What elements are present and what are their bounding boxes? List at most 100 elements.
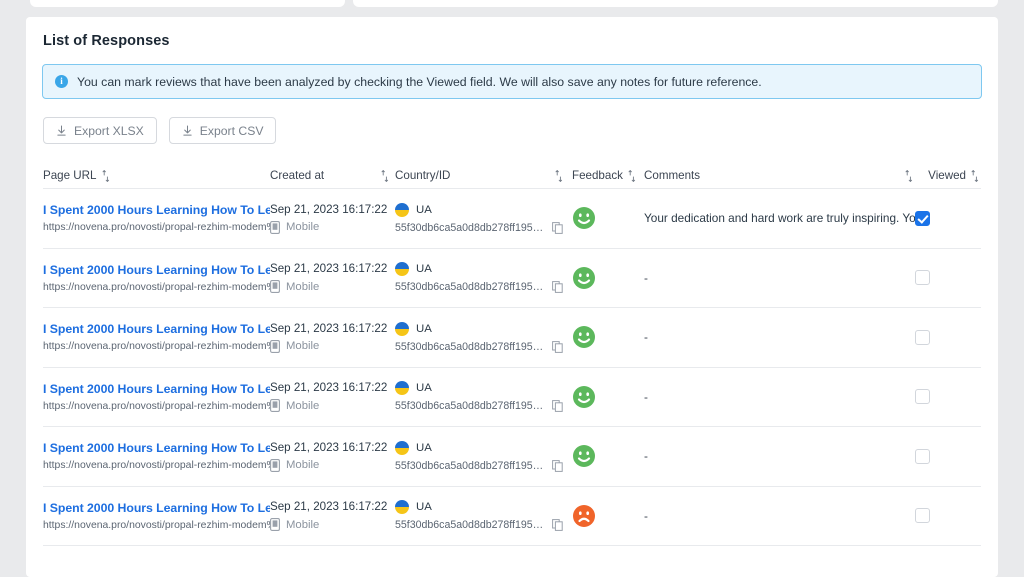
page-url-title-link[interactable]: I Spent 2000 Hours Learning How To Learn… (43, 501, 270, 515)
mobile-phone-icon (270, 459, 280, 472)
created-at-value: Sep 21, 2023 16:17:22 (270, 441, 395, 454)
country-code: UA (416, 263, 432, 275)
cell-created-at: Sep 21, 2023 16:17:22 Mobile (270, 500, 395, 531)
device-label: Mobile (286, 340, 319, 352)
visitor-id: 55f30db6ca5a0d8db278ff195… (395, 460, 543, 472)
column-header-page-url[interactable]: Page URL (43, 169, 270, 182)
copy-icon[interactable] (552, 519, 563, 531)
comment-value: Your dedication and hard work are truly … (644, 211, 915, 225)
feedback-happy-icon (572, 385, 644, 409)
cell-page-url: I Spent 2000 Hours Learning How To Learn… (43, 322, 270, 352)
copy-icon[interactable] (552, 400, 563, 412)
viewed-checkbox[interactable] (915, 330, 930, 345)
top-panel-right (353, 0, 998, 7)
page-url-text: https://novena.pro/novosti/propal-rezhim… (43, 341, 270, 352)
info-banner: i You can mark reviews that have been an… (42, 64, 982, 99)
viewed-checkbox[interactable] (915, 389, 930, 404)
ukraine-flag-icon (395, 500, 409, 514)
column-header-comments[interactable]: Comments (644, 169, 915, 182)
responses-table: Page URL Created at Country/ID (43, 163, 981, 546)
viewed-checkbox[interactable] (915, 449, 930, 464)
country-info: UA (395, 500, 572, 514)
cell-country-id: UA55f30db6ca5a0d8db278ff195… (395, 441, 572, 472)
feedback-happy-icon (572, 325, 644, 349)
created-at-value: Sep 21, 2023 16:17:22 (270, 322, 395, 335)
cell-feedback (572, 325, 644, 349)
sort-asc-desc-icon[interactable] (628, 170, 636, 182)
viewed-checkbox[interactable] (915, 211, 930, 226)
column-header-feedback[interactable]: Feedback (572, 169, 644, 182)
column-header-viewed[interactable]: Viewed (915, 169, 981, 182)
device-info: Mobile (270, 340, 395, 353)
cell-comments: - (644, 271, 915, 285)
ukraine-flag-icon (395, 381, 409, 395)
created-at-value: Sep 21, 2023 16:17:22 (270, 203, 395, 216)
cell-viewed (915, 508, 981, 523)
cell-viewed (915, 330, 981, 345)
country-code: UA (416, 204, 432, 216)
page-url-title-link[interactable]: I Spent 2000 Hours Learning How To Learn… (43, 382, 270, 396)
page-url-text: https://novena.pro/novosti/propal-rezhim… (43, 282, 270, 293)
responses-card: List of Responses i You can mark reviews… (26, 17, 998, 577)
cell-created-at: Sep 21, 2023 16:17:22Mobile (270, 381, 395, 412)
export-csv-label: Export CSV (200, 124, 264, 138)
export-csv-button[interactable]: Export CSV (169, 117, 277, 144)
sort-asc-desc-icon[interactable] (381, 170, 389, 182)
sort-asc-desc-icon[interactable] (102, 170, 110, 182)
viewed-checkbox[interactable] (915, 270, 930, 285)
device-info: Mobile (270, 221, 395, 234)
copy-icon[interactable] (552, 341, 563, 353)
device-label: Mobile (286, 519, 319, 531)
page-url-text: https://novena.pro/novosti/propal-rezhim… (43, 460, 270, 471)
cell-feedback (572, 504, 644, 528)
column-label: Feedback (572, 169, 623, 182)
page-url-title-link[interactable]: I Spent 2000 Hours Learning How To Learn… (43, 263, 270, 277)
sort-asc-desc-icon[interactable] (971, 170, 979, 182)
cell-comments: - (644, 390, 915, 404)
cell-feedback (572, 266, 644, 290)
sort-asc-desc-icon[interactable] (905, 170, 913, 182)
cell-comments: - (644, 509, 915, 523)
cell-page-url: I Spent 2000 Hours Learning How To Learn… (43, 382, 270, 412)
mobile-phone-icon (270, 518, 280, 531)
device-info: Mobile (270, 518, 395, 531)
comment-value: - (644, 271, 915, 285)
cell-created-at: Sep 21, 2023 16:17:22 Mobile (270, 203, 395, 234)
cell-country-id: UA55f30db6ca5a0d8db278ff195… (395, 262, 572, 293)
ukraine-flag-icon (395, 441, 409, 455)
cell-country-id: UA55f30db6ca5a0d8db278ff195… (395, 322, 572, 353)
copy-icon[interactable] (552, 222, 563, 234)
mobile-phone-icon (270, 221, 280, 234)
visitor-id: 55f30db6ca5a0d8db278ff195… (395, 400, 543, 412)
table-row: I Spent 2000 Hours Learning How To Learn… (43, 249, 981, 309)
table-body: I Spent 2000 Hours Learning How To Learn… (43, 189, 981, 546)
feedback-happy-icon (572, 206, 644, 230)
copy-icon[interactable] (552, 460, 563, 472)
country-info: UA (395, 381, 572, 395)
comment-value: - (644, 330, 915, 344)
table-row: I Spent 2000 Hours Learning How To Learn… (43, 368, 981, 428)
export-xlsx-button[interactable]: Export XLSX (43, 117, 157, 144)
sort-asc-desc-icon[interactable] (555, 170, 563, 182)
cell-feedback (572, 444, 644, 468)
column-label: Comments (644, 169, 700, 182)
column-header-created-at[interactable]: Created at (270, 169, 395, 182)
copy-icon[interactable] (552, 281, 563, 293)
visitor-id-row: 55f30db6ca5a0d8db278ff195… (395, 341, 572, 353)
page-url-title-link[interactable]: I Spent 2000 Hours Learning How To Learn… (43, 322, 270, 336)
viewed-checkbox[interactable] (915, 508, 930, 523)
created-at-value: Sep 21, 2023 16:17:22 (270, 500, 395, 513)
cell-comments: Your dedication and hard work are truly … (644, 211, 915, 225)
comment-value: - (644, 449, 915, 463)
page-title: List of Responses (26, 17, 998, 49)
feedback-happy-icon (572, 266, 644, 290)
device-info: Mobile (270, 459, 395, 472)
cell-page-url: I Spent 2000 Hours Learning How To Learn… (43, 263, 270, 293)
column-header-country-id[interactable]: Country/ID (395, 169, 572, 182)
top-panel-left (30, 0, 345, 7)
page-url-text: https://novena.pro/novosti/propal-rezhim… (43, 401, 270, 412)
page-url-title-link[interactable]: I Spent 2000 Hours Learning How To Learn… (43, 441, 270, 455)
country-info: UA (395, 262, 572, 276)
device-label: Mobile (286, 459, 319, 471)
page-url-title-link[interactable]: I Spent 2000 Hours Learning How To Learn… (43, 203, 270, 217)
